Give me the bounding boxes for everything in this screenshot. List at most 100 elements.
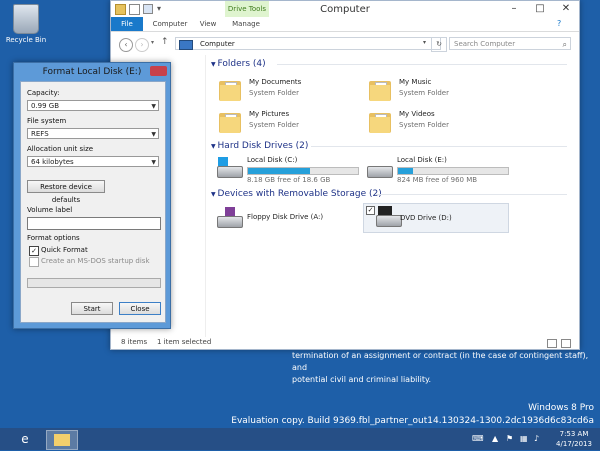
minimize-icon[interactable]: – bbox=[501, 1, 527, 17]
drive-usage-bar bbox=[247, 167, 359, 175]
drive-icon bbox=[365, 157, 393, 179]
item-name: My Documents bbox=[249, 78, 302, 86]
item-subtitle: System Folder bbox=[249, 89, 299, 97]
clock[interactable]: 7:53 AM 4/17/2013 bbox=[550, 429, 598, 449]
recycle-bin-label: Recycle Bin bbox=[5, 36, 47, 44]
allocation-label: Allocation unit size bbox=[27, 145, 94, 153]
close-icon[interactable]: ✕ bbox=[553, 1, 579, 17]
item-name: Local Disk (C:) bbox=[247, 156, 298, 164]
help-icon[interactable]: ? bbox=[557, 19, 561, 28]
address-row: ‹ › ▾ ↑ Computer ▾ ↻ Search Computer ⌕ bbox=[111, 33, 579, 55]
tiles-view-icon[interactable] bbox=[561, 339, 571, 348]
filesystem-select[interactable]: REFS ▼ bbox=[27, 128, 159, 139]
item-subtitle: System Folder bbox=[399, 121, 449, 129]
drive-usage-bar bbox=[397, 167, 509, 175]
music-folder-icon bbox=[367, 77, 393, 103]
up-icon[interactable]: ↑ bbox=[161, 37, 169, 47]
format-progress-bar bbox=[27, 278, 161, 288]
filesystem-label: File system bbox=[27, 117, 67, 125]
build-label: Evaluation copy. Build 9369.fbl_partner_… bbox=[231, 416, 594, 426]
trash-icon bbox=[13, 4, 39, 34]
group-title: Folders (4) bbox=[217, 59, 266, 69]
chevron-down-icon: ▼ bbox=[151, 103, 156, 110]
start-button[interactable]: Start bbox=[71, 302, 113, 315]
item-name: My Videos bbox=[399, 110, 435, 118]
network-icon[interactable]: ▦ bbox=[520, 434, 528, 443]
dvd-drive-icon bbox=[374, 206, 402, 228]
drive-item-a[interactable]: Floppy Disk Drive (A:) bbox=[215, 203, 355, 237]
drive-item-d[interactable]: ✓ DVD Drive (D:) bbox=[363, 203, 509, 233]
search-placeholder: Search Computer bbox=[454, 40, 516, 48]
volume-label-input[interactable] bbox=[27, 217, 161, 230]
item-name: Floppy Disk Drive (A:) bbox=[247, 213, 324, 221]
group-header-removable[interactable]: ▼ Devices with Removable Storage (2) bbox=[211, 189, 382, 199]
tab-manage[interactable]: Manage bbox=[229, 17, 263, 31]
quick-format-label: Quick Format bbox=[41, 246, 88, 254]
windows-drive-icon bbox=[215, 157, 243, 179]
maximize-icon[interactable]: □ bbox=[527, 1, 553, 17]
close-icon[interactable] bbox=[150, 66, 167, 76]
clock-date: 4/17/2013 bbox=[556, 440, 592, 448]
divider bbox=[311, 146, 567, 147]
format-dialog: Format Local Disk (E:) Capacity: 0.99 GB… bbox=[13, 62, 171, 329]
explorer-window: ▾ Drive Tools Computer – □ ✕ File Comput… bbox=[110, 0, 580, 350]
address-bar[interactable]: Computer bbox=[175, 37, 441, 50]
divider bbox=[277, 64, 567, 65]
folder-item-pictures[interactable]: My Pictures System Folder bbox=[217, 107, 357, 141]
refresh-icon[interactable]: ↻ bbox=[431, 37, 447, 52]
pictures-folder-icon bbox=[217, 109, 243, 135]
drive-usage-fill bbox=[248, 168, 310, 174]
drive-free-space: 824 MB free of 960 MB bbox=[397, 176, 478, 184]
folder-item-documents[interactable]: My Documents System Folder bbox=[217, 75, 357, 109]
recent-dropdown-icon[interactable]: ▾ bbox=[151, 39, 154, 46]
volume-icon[interactable]: ♪ bbox=[534, 434, 539, 443]
group-header-hard-disks[interactable]: ▼ Hard Disk Drives (2) bbox=[211, 141, 308, 151]
quick-format-checkbox[interactable]: ✓ bbox=[29, 246, 39, 256]
filesystem-value: REFS bbox=[31, 130, 49, 138]
divider bbox=[375, 194, 567, 195]
tab-view[interactable]: View bbox=[195, 17, 221, 31]
keyboard-icon[interactable]: ⌨ bbox=[472, 434, 484, 443]
floppy-drive-icon bbox=[215, 207, 243, 229]
restore-defaults-button[interactable]: Restore device defaults bbox=[27, 180, 105, 204]
selection-count: 1 item selected bbox=[157, 338, 212, 346]
msdos-startup-checkbox[interactable] bbox=[29, 257, 39, 267]
file-explorer-icon[interactable] bbox=[46, 430, 78, 450]
folder-item-videos[interactable]: My Videos System Folder bbox=[367, 107, 507, 141]
item-name: DVD Drive (D:) bbox=[400, 214, 452, 222]
search-icon: ⌕ bbox=[562, 40, 567, 49]
capacity-label: Capacity: bbox=[27, 89, 60, 97]
item-name: My Music bbox=[399, 78, 432, 86]
capacity-value: 0.99 GB bbox=[31, 102, 60, 110]
show-hidden-icons-icon[interactable]: ▲ bbox=[492, 434, 498, 443]
content-pane: ▼ Folders (4) My Documents System Folder… bbox=[207, 55, 575, 337]
dialog-title: Format Local Disk (E:) bbox=[42, 67, 142, 77]
recycle-bin-icon[interactable]: Recycle Bin bbox=[4, 4, 48, 44]
back-icon[interactable]: ‹ bbox=[119, 38, 133, 52]
item-name: My Pictures bbox=[249, 110, 290, 118]
drive-item-c[interactable]: Local Disk (C:) 8.18 GB free of 18.6 GB bbox=[215, 153, 365, 187]
msdos-startup-label: Create an MS-DOS startup disk bbox=[41, 257, 150, 265]
allocation-select[interactable]: 64 kilobytes ▼ bbox=[27, 156, 159, 167]
capacity-select[interactable]: 0.99 GB ▼ bbox=[27, 100, 159, 111]
group-header-folders[interactable]: ▼ Folders (4) bbox=[211, 59, 266, 69]
taskbar: e ⌨ ▲ ⚑ ▦ ♪ 7:53 AM 4/17/2013 bbox=[0, 428, 600, 450]
edition-label: Windows 8 Pro bbox=[528, 403, 594, 413]
details-view-icon[interactable] bbox=[547, 339, 557, 348]
item-subtitle: System Folder bbox=[399, 89, 449, 97]
drive-item-e[interactable]: Local Disk (E:) 824 MB free of 960 MB bbox=[365, 153, 515, 187]
internet-explorer-icon[interactable]: e bbox=[10, 430, 40, 448]
close-button[interactable]: Close bbox=[119, 302, 161, 315]
status-bar: 8 items 1 item selected bbox=[111, 337, 579, 349]
flag-icon[interactable]: ⚑ bbox=[506, 434, 513, 443]
tab-file[interactable]: File bbox=[111, 17, 143, 31]
tab-computer[interactable]: Computer bbox=[151, 17, 189, 31]
item-name: Local Disk (E:) bbox=[397, 156, 447, 164]
group-title: Devices with Removable Storage (2) bbox=[217, 189, 382, 199]
address-dropdown-icon[interactable]: ▾ bbox=[423, 39, 426, 46]
forward-icon[interactable]: › bbox=[135, 38, 149, 52]
folder-item-music[interactable]: My Music System Folder bbox=[367, 75, 507, 109]
allocation-value: 64 kilobytes bbox=[31, 158, 74, 166]
dialog-body: Capacity: 0.99 GB ▼ File system REFS ▼ All… bbox=[20, 81, 166, 323]
search-input[interactable]: Search Computer ⌕ bbox=[449, 37, 571, 50]
